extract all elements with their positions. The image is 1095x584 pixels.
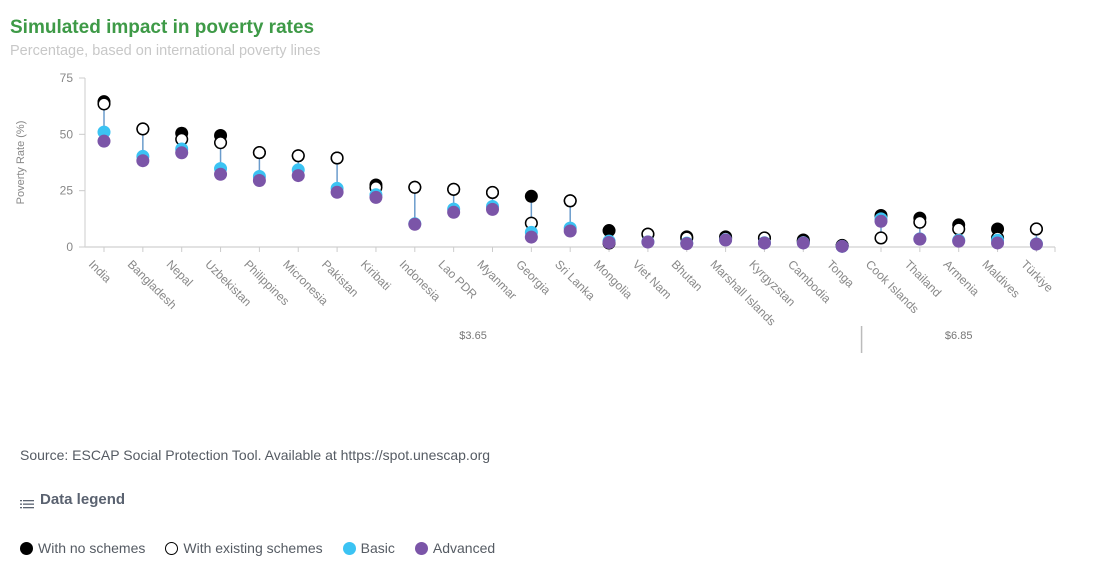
- x-tick-label: Tonga: [824, 257, 857, 290]
- point-advanced: [486, 202, 499, 216]
- point-advanced: [641, 235, 655, 249]
- x-labels: India BangladeshNepal UzbekistanPhilippine…: [86, 257, 1056, 353]
- x-tick-label: Mongolia: [591, 257, 636, 302]
- y-axis-title: Poverty Rate (%): [15, 121, 27, 205]
- legend-item-existing-schemes[interactable]: With existing schemes: [165, 540, 323, 556]
- point-advanced: [796, 236, 810, 250]
- legend: With no schemes With existing schemes Ba…: [20, 540, 495, 556]
- point-existing-schemes: [874, 231, 888, 245]
- point-existing-schemes: [97, 97, 111, 111]
- legend-title: Data legend: [40, 491, 126, 508]
- point-advanced: [991, 236, 1005, 250]
- source-note: Source: ESCAP Social Protection Tool. Av…: [20, 447, 491, 463]
- black-dot-icon: [20, 541, 33, 555]
- point-advanced: [136, 154, 150, 168]
- point-existing-schemes: [214, 136, 228, 150]
- point-advanced: [602, 235, 616, 249]
- y-tick-label: 25: [60, 184, 74, 198]
- point-advanced: [952, 234, 966, 248]
- point-advanced: [835, 239, 849, 253]
- legend-label: With no schemes: [38, 540, 146, 556]
- point-existing-schemes: [330, 151, 344, 165]
- x-tick-label: Sri Lanka: [552, 257, 598, 303]
- x-tick-label: Nepal: [164, 257, 196, 289]
- point-advanced: [214, 167, 228, 181]
- point-advanced: [369, 190, 383, 204]
- x-tick-label: Türkiye: [1018, 257, 1056, 295]
- point-advanced: [680, 237, 694, 251]
- legend-label: Advanced: [432, 540, 496, 556]
- x-tick-label: Bhutan: [669, 257, 706, 294]
- point-existing-schemes: [1029, 222, 1043, 236]
- point-advanced: [291, 169, 305, 183]
- y-tick-label: 0: [66, 240, 73, 254]
- point-existing-schemes: [952, 222, 966, 236]
- point-existing-schemes: [136, 122, 150, 136]
- y-tick-label: 50: [60, 127, 74, 141]
- point-no-schemes: [524, 189, 538, 203]
- point-advanced: [408, 217, 422, 231]
- point-advanced: [719, 233, 733, 247]
- point-existing-schemes: [291, 149, 305, 163]
- point-existing-schemes: [252, 146, 266, 160]
- x-tick-label: India: [86, 257, 115, 286]
- x-tick-label: Kiribati: [358, 257, 394, 293]
- purple-dot-icon: [414, 541, 428, 555]
- legend-item-no-schemes[interactable]: With no schemes: [20, 540, 145, 556]
- point-advanced: [913, 232, 927, 246]
- point-advanced: [757, 236, 771, 250]
- y-tick-label: 75: [60, 71, 74, 85]
- point-advanced: [1029, 237, 1043, 251]
- group-label: $3.65: [459, 330, 487, 342]
- point-existing-schemes: [447, 182, 461, 196]
- point-existing-schemes: [913, 215, 927, 229]
- point-existing-schemes: [485, 185, 500, 200]
- point-advanced: [175, 146, 189, 160]
- point-existing-schemes: [408, 180, 422, 194]
- point-advanced: [252, 174, 266, 188]
- poverty-dot-chart: 0 25 50 75 Poverty Rate (%) India BangladeshN…: [15, 71, 1056, 353]
- blue-dot-icon: [342, 541, 356, 555]
- legend-item-basic[interactable]: Basic: [342, 540, 395, 556]
- group-label: $6.85: [945, 330, 973, 342]
- legend-label: With existing schemes: [183, 540, 323, 556]
- point-advanced: [97, 134, 111, 148]
- point-advanced: [524, 230, 538, 244]
- legend-label: Basic: [360, 540, 395, 556]
- x-tick-label: Myanmar: [474, 257, 519, 302]
- point-existing-schemes: [563, 194, 577, 208]
- point-advanced: [330, 185, 344, 199]
- list-icon: [20, 497, 34, 509]
- legend-header[interactable]: Data legend: [20, 491, 125, 508]
- legend-item-advanced[interactable]: Advanced: [414, 540, 496, 556]
- point-advanced: [447, 205, 461, 219]
- hollow-dot-icon: [165, 541, 179, 555]
- x-tick-label: Armenia: [941, 257, 983, 299]
- x-tick-label: Maldives: [979, 257, 1022, 300]
- x-tick-label: Indonesia: [397, 257, 444, 304]
- point-advanced: [874, 214, 888, 228]
- point-advanced: [563, 224, 577, 238]
- x-tick-label: Viet Nam: [630, 257, 675, 302]
- data-points: [97, 95, 1043, 253]
